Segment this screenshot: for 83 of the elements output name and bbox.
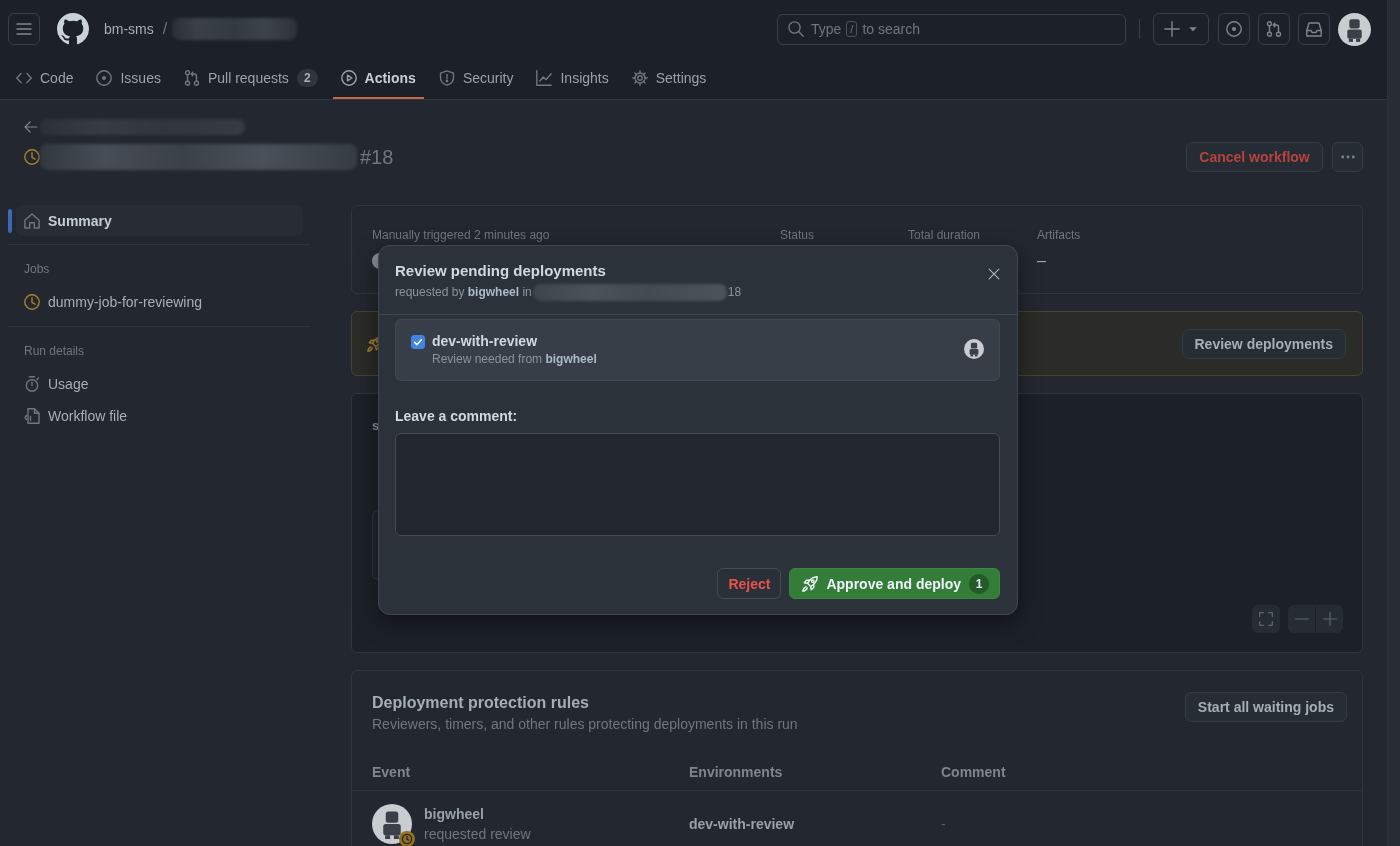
- column-value: –: [1037, 252, 1046, 269]
- avatar-icon[interactable]: [1338, 12, 1371, 46]
- sidebar-item[interactable]: Usage: [16, 368, 303, 400]
- sidebar-item[interactable]: dummy-job-for-reviewing: [16, 286, 303, 318]
- section-heading: Run details: [24, 343, 85, 359]
- close-icon: [988, 268, 1000, 280]
- fullscreen-icon: [1259, 612, 1273, 626]
- checkbox[interactable]: [411, 335, 425, 349]
- nav-tab[interactable]: Code: [8, 58, 82, 99]
- run-number: 18: [727, 284, 742, 300]
- clock-icon: [24, 294, 40, 310]
- event-description: requested review: [424, 825, 531, 844]
- shield-icon: [438, 69, 455, 86]
- inbox-button[interactable]: [1298, 13, 1330, 45]
- menu-button[interactable]: [8, 13, 40, 45]
- pull-request-icon: [183, 69, 200, 86]
- environment-name: dev-with-review: [432, 332, 538, 350]
- back-button[interactable]: [24, 120, 38, 134]
- caret-icon: [1188, 24, 1198, 34]
- approve-and-deploy-button[interactable]: Approve and deploy 1: [789, 568, 1000, 599]
- section-heading: Jobs: [24, 261, 50, 277]
- counter-badge: 1: [969, 573, 989, 594]
- reviewer-note: Review needed from bigwheel: [432, 351, 597, 368]
- clock-icon: [399, 831, 415, 846]
- sidebar-item[interactable]: Workflow file: [16, 400, 303, 432]
- column-label: Artifacts: [1037, 228, 1081, 242]
- plus-icon: [1164, 21, 1180, 37]
- card-subtitle: Reviewers, timers, and other rules protecting deployments in this run: [372, 715, 798, 734]
- run-number: #18: [360, 145, 394, 169]
- column-header: Environments: [689, 764, 783, 780]
- menu-icon: [16, 21, 32, 37]
- logo-icon[interactable]: [57, 13, 89, 45]
- file-code-icon: [24, 408, 40, 424]
- reject-button[interactable]: Reject: [717, 568, 782, 599]
- arrow-left-icon: [24, 120, 38, 134]
- gear-icon: [631, 69, 648, 86]
- owner-link[interactable]: bm-sms: [104, 21, 154, 37]
- dialog-title: Review pending deployments: [395, 261, 607, 281]
- avatar-icon: [964, 339, 984, 359]
- nav-tab[interactable]: Settings: [623, 58, 715, 99]
- nav-tab[interactable]: Pull requests 2: [175, 58, 326, 99]
- review-deployments-button[interactable]: Review deployments: [1181, 328, 1346, 359]
- column-header: Event: [372, 764, 411, 780]
- issues-button[interactable]: [1218, 13, 1250, 45]
- graph-icon: [536, 69, 553, 86]
- environment-name: dev-with-review: [689, 816, 795, 832]
- plus-icon: [1322, 612, 1337, 626]
- nav-tab[interactable]: Actions: [332, 58, 424, 99]
- inbox-icon: [1306, 21, 1322, 37]
- column-label: Status: [780, 228, 815, 242]
- start-all-waiting-jobs-button[interactable]: Start all waiting jobs: [1184, 692, 1347, 722]
- comment-field[interactable]: [395, 433, 1000, 536]
- stopwatch-icon: [24, 376, 40, 392]
- selection-indicator: [8, 208, 12, 233]
- environment-option[interactable]: dev-with-review Review needed from bigwheel: [395, 319, 1000, 381]
- search-field[interactable]: Type / to search: [777, 13, 1126, 45]
- fullscreen-button[interactable]: [1252, 605, 1280, 633]
- comment-label: Leave a comment:: [395, 407, 518, 426]
- nav-tab[interactable]: Issues: [88, 58, 169, 99]
- sidebar-item[interactable]: Summary: [16, 205, 303, 236]
- play-icon: [340, 69, 357, 86]
- column-label: Total duration: [908, 228, 981, 242]
- clock-icon: [24, 149, 40, 165]
- nav-tab[interactable]: Security: [430, 58, 522, 99]
- home-icon: [24, 212, 40, 229]
- comment-text: -: [941, 816, 946, 832]
- dialog-subtitle: requested by bigwheel in: [395, 284, 532, 300]
- card-title: Deployment protection rules: [372, 693, 590, 713]
- pull-requests-button[interactable]: [1258, 13, 1290, 45]
- search-icon: [788, 21, 804, 37]
- nav-tab[interactable]: Insights: [528, 58, 617, 99]
- rocket-icon: [802, 575, 819, 592]
- counter-badge: 2: [296, 68, 318, 87]
- pull-request-icon: [1266, 21, 1282, 37]
- trigger-text: Manually triggered 2 minutes ago: [372, 228, 550, 242]
- circle-dot-icon: [96, 69, 113, 86]
- create-button[interactable]: [1153, 13, 1209, 45]
- column-header: Comment: [941, 764, 1006, 780]
- circle-dot-icon: [1226, 21, 1242, 37]
- shortcut-key: /: [846, 21, 858, 37]
- user-name: bigwheel: [424, 805, 484, 824]
- avatar-icon: [372, 804, 412, 844]
- path-separator: /: [162, 20, 168, 38]
